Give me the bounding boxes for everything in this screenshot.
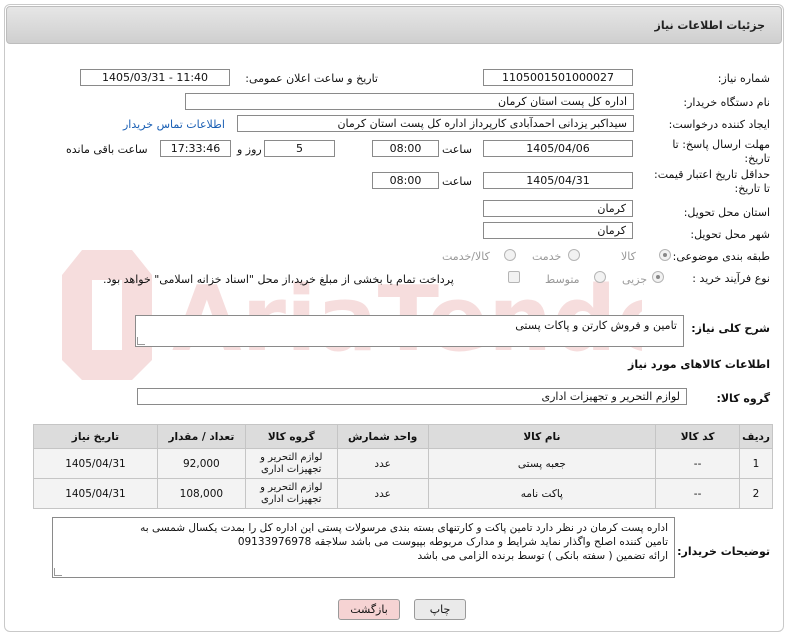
contact-info-link[interactable]: اطلاعات تماس خریدار [123,118,225,131]
buyer-notes-line: اداره پست کرمان در نظر دارد تامین پاکت و… [140,522,668,534]
category-radio-service[interactable] [568,249,580,261]
requester-field[interactable]: سیداکبر یزدانی احمدآبادی کارپرداز اداره … [237,115,634,132]
category-radio-goods[interactable] [659,249,671,261]
deadline-date-field[interactable]: 1405/04/06 [483,140,633,157]
resize-grip-icon[interactable] [137,337,145,345]
cell-row-number: 2 [739,478,773,509]
remaining-time-field[interactable]: 17:33:46 [160,140,231,157]
process-label: نوع فرآیند خرید : [692,272,770,285]
announce-label: تاریخ و ساعت اعلان عمومی: [245,72,378,85]
header-item-code: کد کالا [655,424,741,449]
remaining-label: ساعت باقی مانده [66,143,148,156]
buyer-notes-label: توضیحات خریدار: [677,545,770,558]
days-field[interactable]: 5 [264,140,335,157]
category-option-goods-service: کالا/خدمت [442,250,490,263]
header-row-number: ردیف [739,424,773,449]
description-textarea[interactable]: تامین و فروش کارتن و پاکات پستی [135,315,684,347]
category-label: طبقه بندی موضوعی: [672,250,770,263]
goods-group-label: گروه کالا: [716,392,770,405]
title-bar: جزئیات اطلاعات نیاز [6,6,782,44]
process-option-minor: جزیی [622,273,648,286]
header-item-name: نام کالا [427,424,657,449]
items-table: ردیف کد کالا نام کالا واحد شمارش گروه کا… [33,424,773,509]
cell-quantity: 92,000 [156,448,246,479]
goods-info-title: اطلاعات کالاهای مورد نیاز [628,358,770,371]
cell-item-name: پاکت نامه [427,478,657,509]
price-date-field[interactable]: 1405/04/31 [483,172,633,189]
buyer-notes-line: تامین کننده اصلح واگذار نماید شرایط و مد… [237,536,668,548]
resize-grip-icon[interactable] [54,568,62,576]
cell-need-date: 1405/04/31 [33,478,158,509]
treasury-payment-checkbox[interactable] [508,271,520,283]
deadline-time-field[interactable]: 08:00 [372,140,439,157]
price-validity-label-2: تا تاریخ: [734,182,770,195]
buyer-field[interactable]: اداره کل پست استان کرمان [185,93,634,110]
city-label: شهر محل تحویل: [690,228,770,241]
deadline-label: مهلت ارسال پاسخ: تا [672,138,770,151]
announce-field[interactable]: 1405/03/31 - 11:40 [80,69,230,86]
category-option-goods: کالا [621,250,636,263]
city-field[interactable]: کرمان [483,222,633,239]
table-header-row: ردیف کد کالا نام کالا واحد شمارش گروه کا… [33,424,773,449]
days-label: روز و [237,143,262,156]
deadline-time-label: ساعت [442,143,472,156]
cell-item-code: -- [655,478,741,509]
description-label: شرح کلی نیاز: [691,322,770,335]
cell-quantity: 108,000 [156,478,246,509]
price-time-field[interactable]: 08:00 [372,172,439,189]
back-button[interactable]: بازگشت [338,599,400,620]
province-label: استان محل تحویل: [683,206,770,219]
buyer-label: نام دستگاه خریدار: [683,96,770,109]
process-radio-minor[interactable] [652,271,664,283]
print-button[interactable]: چاپ [414,599,466,620]
cell-item-code: -- [655,448,741,479]
need-number-label: شماره نیاز: [717,72,770,85]
cell-unit: عدد [336,448,429,479]
province-field[interactable]: کرمان [483,200,633,217]
deadline-label-2: تاریخ: [744,152,770,165]
category-option-service: خدمت [532,250,562,263]
category-radio-goods-service[interactable] [504,249,516,261]
price-validity-label: حداقل تاریخ اعتبار قیمت: [654,168,770,181]
buyer-notes-textarea[interactable]: اداره پست کرمان در نظر دارد تامین پاکت و… [52,517,675,578]
need-number-field[interactable]: 1105001501000027 [483,69,633,86]
table-row[interactable]: 2 -- پاکت نامه عدد لوازم التحریر و تجهیز… [33,478,773,509]
description-text: تامین و فروش کارتن و پاکات پستی [515,319,677,332]
header-quantity: تعداد / مقدار [156,424,246,449]
buyer-notes-line: ارائه تضمین ( سفته بانکی ) توسط برنده ال… [417,550,668,562]
goods-group-field[interactable]: لوازم التحریر و تجهیزات اداری [137,388,687,405]
header-unit: واحد شمارش [336,424,429,449]
process-radio-medium[interactable] [594,271,606,283]
price-time-label: ساعت [442,175,472,188]
cell-unit: عدد [336,478,429,509]
cell-row-number: 1 [739,448,773,479]
table-row[interactable]: 1 -- جعبه پستی عدد لوازم التحریر و تجهیز… [33,448,773,479]
page-title: جزئیات اطلاعات نیاز [654,19,766,32]
header-need-date: تاریخ نیاز [33,424,158,449]
treasury-payment-note: پرداخت تمام یا بخشی از مبلغ خرید،از محل … [103,273,454,286]
header-group: گروه کالا [244,424,338,449]
cell-group: لوازم التحریر و تجهیزات اداری [244,448,338,479]
cell-group: لوازم التحریر و تجهیزات اداری [244,478,338,509]
cell-item-name: جعبه پستی [427,448,657,479]
cell-need-date: 1405/04/31 [33,448,158,479]
process-option-medium: متوسط [545,273,580,286]
requester-label: ایجاد کننده درخواست: [668,118,770,131]
